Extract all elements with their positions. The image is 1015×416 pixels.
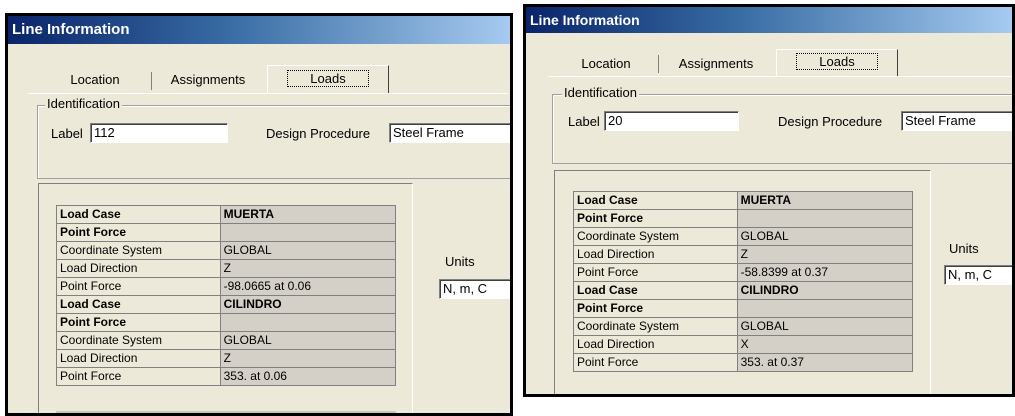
table-row: Point Force -98.0665 at 0.06 [56,277,397,296]
tab-assignments[interactable]: Assignments [664,53,768,77]
design-procedure-field[interactable]: Steel Frame [389,123,510,143]
tab-loads-label: Loads [796,53,878,70]
tab-loads-label: Loads [287,70,369,87]
identification-title: Identification [45,96,122,111]
window-title: Line Information [8,16,510,44]
coordinate-system-value[interactable]: GLOBAL [736,317,914,336]
table-empty-area [56,411,396,413]
load-assignments-table: Load Case MUERTA Point Force Coordinate … [573,191,914,372]
label-caption: Label [51,126,83,141]
tab-strip-line [28,93,508,94]
load-case-value[interactable]: MUERTA [736,191,914,210]
label-input[interactable]: 112 [90,123,228,143]
point-force-header-value [219,223,397,242]
line-information-window-left: Line Information Location Assignments Lo… [5,13,513,416]
point-force-value[interactable]: -98.0665 at 0.06 [219,277,397,296]
line-information-window-right: Line Information Location Assignments Lo… [523,4,1015,397]
design-procedure-field[interactable]: Steel Frame [901,111,1012,131]
point-force-value[interactable]: 353. at 0.06 [219,367,397,386]
point-force-header: Point Force [56,223,221,242]
table-row: Load Case CILINDRO [56,295,397,314]
units-caption: Units [949,241,979,256]
load-direction-label: Load Direction [573,335,738,354]
tab-loads[interactable]: Loads [267,65,389,93]
coordinate-system-value[interactable]: GLOBAL [736,227,914,246]
load-case-label: Load Case [56,205,221,224]
design-procedure-caption: Design Procedure [778,114,883,129]
load-case-value[interactable]: CILINDRO [736,281,914,300]
coordinate-system-label: Coordinate System [56,331,221,350]
point-force-header: Point Force [573,209,738,228]
load-direction-label: Load Direction [573,245,738,264]
units-field[interactable]: N, m, C [439,279,510,299]
load-direction-value[interactable]: Z [219,349,397,368]
table-row: Point Force [573,299,914,318]
point-force-header-value [736,299,914,318]
table-row: Point Force -58.8399 at 0.37 [573,263,914,282]
table-row: Coordinate System GLOBAL [573,317,914,336]
coordinate-system-label: Coordinate System [573,317,738,336]
load-case-value[interactable]: CILINDRO [219,295,397,314]
load-direction-label: Load Direction [56,349,221,368]
window-title: Line Information [526,7,1012,33]
coordinate-system-value[interactable]: GLOBAL [219,331,397,350]
load-case-label: Load Case [56,295,221,314]
coordinate-system-label: Coordinate System [573,227,738,246]
load-case-label: Load Case [573,191,738,210]
tab-location[interactable]: Location [40,69,150,93]
point-force-label: Point Force [56,367,221,386]
load-case-label: Load Case [573,281,738,300]
table-row: Point Force [56,223,397,242]
label-caption: Label [568,114,600,129]
units-field[interactable]: N, m, C [944,265,1012,285]
tab-separator [151,72,152,90]
tab-separator [658,55,659,73]
table-row: Point Force [56,313,397,332]
point-force-value[interactable]: 353. at 0.37 [736,353,914,372]
label-input[interactable]: 20 [604,111,739,131]
table-row: Point Force 353. at 0.06 [56,367,397,386]
load-direction-value[interactable]: X [736,335,914,354]
load-direction-value[interactable]: Z [219,259,397,278]
point-force-label: Point Force [56,277,221,296]
load-assignments-table: Load Case MUERTA Point Force Coordinate … [56,205,397,386]
table-row: Load Direction Z [56,349,397,368]
load-case-value[interactable]: MUERTA [219,205,397,224]
table-row: Point Force [573,209,914,228]
coordinate-system-label: Coordinate System [56,241,221,260]
point-force-header-value [219,313,397,332]
table-row: Point Force 353. at 0.37 [573,353,914,372]
tab-assignments[interactable]: Assignments [158,69,258,93]
table-row: Load Direction X [573,335,914,354]
load-direction-label: Load Direction [56,259,221,278]
table-row: Load Direction Z [56,259,397,278]
load-direction-value[interactable]: Z [736,245,914,264]
tab-loads[interactable]: Loads [776,49,898,76]
identification-title: Identification [562,85,639,100]
point-force-value[interactable]: -58.8399 at 0.37 [736,263,914,282]
coordinate-system-value[interactable]: GLOBAL [219,241,397,260]
table-row: Coordinate System GLOBAL [56,241,397,260]
tab-location[interactable]: Location [556,53,656,77]
point-force-header: Point Force [573,299,738,318]
point-force-label: Point Force [573,263,738,282]
table-row: Load Direction Z [573,245,914,264]
table-row: Coordinate System GLOBAL [56,331,397,350]
table-row: Load Case CILINDRO [573,281,914,300]
table-row: Load Case MUERTA [573,191,914,210]
table-row: Coordinate System GLOBAL [573,227,914,246]
table-row: Load Case MUERTA [56,205,397,224]
point-force-header: Point Force [56,313,221,332]
design-procedure-caption: Design Procedure [266,126,371,141]
point-force-header-value [736,209,914,228]
point-force-label: Point Force [573,353,738,372]
units-caption: Units [445,254,475,269]
